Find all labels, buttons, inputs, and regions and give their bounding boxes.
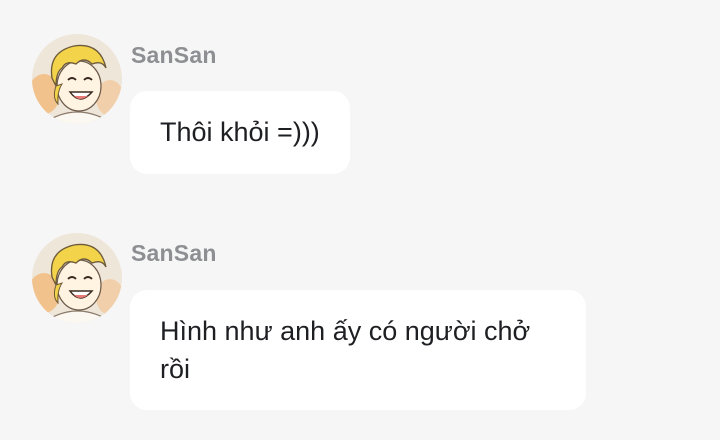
message-text: Hình như anh ấy có người chở rồi — [160, 316, 531, 384]
sender-name: SanSan — [131, 240, 217, 266]
chat-screen: { "chat": { "messages": [ { "sender": "S… — [0, 0, 720, 440]
avatar-image — [32, 233, 122, 323]
message-bubble[interactable]: Hình như anh ấy có người chở rồi — [130, 290, 586, 410]
user-avatar-icon[interactable] — [32, 233, 122, 323]
message-row: SanSan Hình như anh ấy có người chở rồi — [0, 0, 720, 440]
